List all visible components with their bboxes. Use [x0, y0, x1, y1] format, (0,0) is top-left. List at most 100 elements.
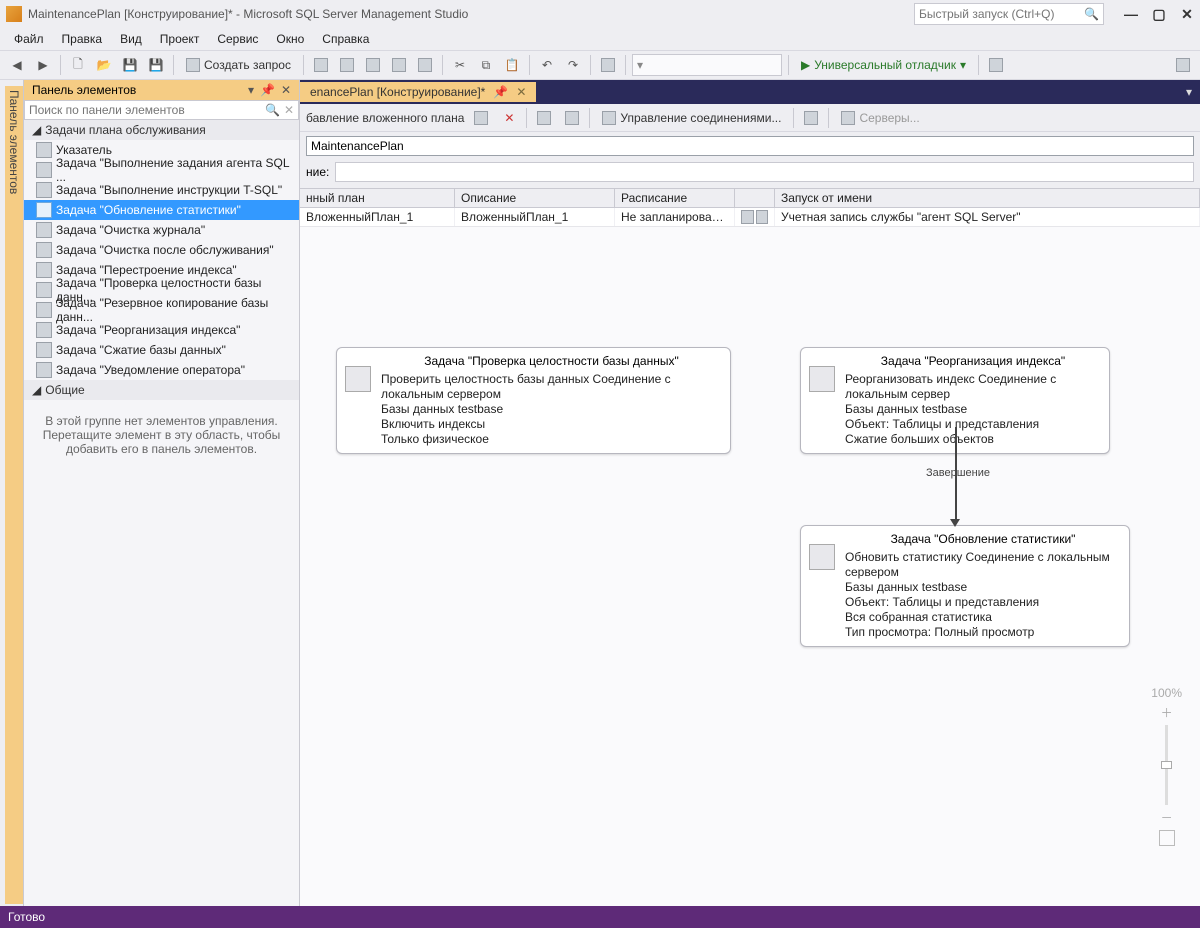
plan-desc-input[interactable]: [335, 162, 1194, 182]
menu-window[interactable]: Окно: [276, 32, 304, 46]
task-icon: [36, 202, 52, 218]
toolbox-item-label: Задача "Реорганизация индекса": [56, 323, 240, 337]
node-title: Задача "Обновление статистики": [845, 532, 1121, 546]
document-tab-active[interactable]: enancePlan [Конструирование]* 📌 ✕: [300, 82, 536, 102]
design-canvas[interactable]: Задача "Проверка целостности базы данных…: [300, 227, 1200, 906]
toolbar-icon[interactable]: [561, 107, 583, 129]
cell-runas[interactable]: Учетная запись службы "агент SQL Server": [775, 208, 1200, 226]
zoom-fit-button[interactable]: [1159, 830, 1175, 846]
toolbox-group-maintenance[interactable]: ◢ Задачи плана обслуживания: [24, 120, 299, 140]
zoom-in-button[interactable]: ＋: [1161, 704, 1173, 721]
task-node-updatestats[interactable]: Задача "Обновление статистики" Обновить …: [800, 525, 1130, 647]
zoom-slider[interactable]: [1165, 725, 1168, 805]
close-button[interactable]: ✕: [1180, 7, 1194, 21]
side-tab-toolbox[interactable]: Панель элементов: [0, 80, 24, 906]
toolbar-icon[interactable]: [985, 54, 1007, 76]
search-icon[interactable]: 🔍: [265, 103, 280, 117]
panel-dropdown-icon[interactable]: ▾: [248, 83, 254, 97]
toolbar-icon[interactable]: [310, 54, 332, 76]
toolbox-item[interactable]: Задача "Сжатие базы данных": [24, 340, 299, 360]
cell-schedule[interactable]: Не запланировано (п...: [615, 208, 735, 226]
debugger-button[interactable]: ▶ Универсальный отладчик ▾: [795, 58, 972, 72]
menu-view[interactable]: Вид: [120, 32, 142, 46]
toolbox-group-general[interactable]: ◢ Общие: [24, 380, 299, 400]
toolbar-icon[interactable]: [597, 54, 619, 76]
zoom-thumb[interactable]: [1161, 761, 1172, 769]
toolbar-icon[interactable]: [336, 54, 358, 76]
toolbox-item[interactable]: Задача "Уведомление оператора": [24, 360, 299, 380]
tab-close-icon[interactable]: ✕: [516, 85, 526, 99]
grid-header-runas[interactable]: Запуск от имени: [775, 189, 1200, 207]
toolbox-empty-msg: В этой группе нет элементов управления. …: [24, 400, 299, 470]
save-all-button[interactable]: 💾: [145, 54, 167, 76]
nav-fwd-button[interactable]: ▶: [32, 54, 54, 76]
zoom-out-button[interactable]: －: [1161, 809, 1173, 826]
menu-file[interactable]: Файл: [14, 32, 44, 46]
grid-header-schedule[interactable]: Расписание: [615, 189, 735, 207]
toolbox-item[interactable]: Задача "Обновление статистики": [24, 200, 299, 220]
nav-back-button[interactable]: ◀: [6, 54, 28, 76]
manage-connections-button[interactable]: Управление соединениями...: [596, 111, 787, 125]
paste-button[interactable]: 📋: [501, 54, 523, 76]
toolbox-item[interactable]: Задача "Реорганизация индекса": [24, 320, 299, 340]
toolbox-item[interactable]: Задача "Резервное копирование базы данн.…: [24, 300, 299, 320]
copy-button[interactable]: ⧉: [475, 54, 497, 76]
quick-launch-input[interactable]: [919, 7, 1084, 21]
reorg-icon: [809, 366, 835, 392]
grid-header-subplan[interactable]: нный план: [300, 189, 455, 207]
clear-search-icon[interactable]: ✕: [284, 103, 294, 117]
toolbar-icon[interactable]: [388, 54, 410, 76]
toolbox-item[interactable]: Задача "Выполнение задания агента SQL ..…: [24, 160, 299, 180]
toolbar-icon[interactable]: [800, 107, 822, 129]
status-bar: Готово: [0, 906, 1200, 928]
save-button[interactable]: 💾: [119, 54, 141, 76]
create-query-button[interactable]: Создать запрос: [180, 58, 297, 72]
delete-subplan-button[interactable]: ✕: [498, 107, 520, 129]
tab-overflow-icon[interactable]: ▾: [1178, 85, 1200, 99]
minimize-button[interactable]: —: [1124, 7, 1138, 21]
toolbar-combo[interactable]: ▾: [632, 54, 782, 76]
node-desc: Реорганизовать индекс Соединение с локал…: [845, 372, 1101, 447]
menu-service[interactable]: Сервис: [217, 32, 258, 46]
toolbar-icon[interactable]: [1172, 54, 1194, 76]
new-button[interactable]: 🗋: [67, 54, 89, 76]
database-icon: [345, 366, 371, 392]
toolbox-item[interactable]: Задача "Очистка журнала": [24, 220, 299, 240]
menu-edit[interactable]: Правка: [62, 32, 103, 46]
toolbox-panel: Панель элементов ▾ 📌 ✕ 🔍 ✕ ◢ Задачи план…: [24, 80, 300, 906]
task-icon: [36, 162, 52, 178]
toolbox-search-input[interactable]: [29, 103, 265, 117]
panel-close-icon[interactable]: ✕: [281, 83, 291, 97]
plan-name-input[interactable]: [306, 136, 1194, 156]
grid-header-desc[interactable]: Описание: [455, 189, 615, 207]
cell-desc[interactable]: ВложенныйПлан_1: [455, 208, 615, 226]
add-subplan-button[interactable]: бавление вложенного плана: [306, 111, 464, 125]
maximize-button[interactable]: ▢: [1152, 7, 1166, 21]
subplan-props-button[interactable]: [470, 107, 492, 129]
toolbar-icon[interactable]: [362, 54, 384, 76]
pin-icon[interactable]: 📌: [493, 85, 508, 99]
toolbox-item[interactable]: Задача "Очистка после обслуживания": [24, 240, 299, 260]
calendar-icon[interactable]: [741, 210, 754, 224]
task-node-integrity[interactable]: Задача "Проверка целостности базы данных…: [336, 347, 731, 454]
task-icon: [36, 282, 52, 298]
calendar-remove-icon[interactable]: [756, 210, 769, 224]
menu-help[interactable]: Справка: [322, 32, 369, 46]
toolbox-item-label: Задача "Перестроение индекса": [56, 263, 237, 277]
redo-button[interactable]: ↷: [562, 54, 584, 76]
toolbar-icon[interactable]: [533, 107, 555, 129]
open-button[interactable]: 📂: [93, 54, 115, 76]
subplan-grid-row[interactable]: ВложенныйПлан_1 ВложенныйПлан_1 Не запла…: [300, 208, 1200, 227]
cell-subplan[interactable]: ВложенныйПлан_1: [300, 208, 455, 226]
menu-project[interactable]: Проект: [160, 32, 200, 46]
cut-button[interactable]: ✂: [449, 54, 471, 76]
plan-name-row: [300, 132, 1200, 160]
pin-icon[interactable]: 📌: [260, 83, 275, 97]
task-icon: [36, 262, 52, 278]
toolbox-item[interactable]: Задача "Выполнение инструкции T-SQL": [24, 180, 299, 200]
toolbox-search[interactable]: 🔍 ✕: [24, 100, 299, 120]
quick-launch[interactable]: 🔍: [914, 3, 1104, 25]
toolbar-icon[interactable]: [414, 54, 436, 76]
undo-button[interactable]: ↶: [536, 54, 558, 76]
search-icon[interactable]: 🔍: [1084, 7, 1099, 21]
